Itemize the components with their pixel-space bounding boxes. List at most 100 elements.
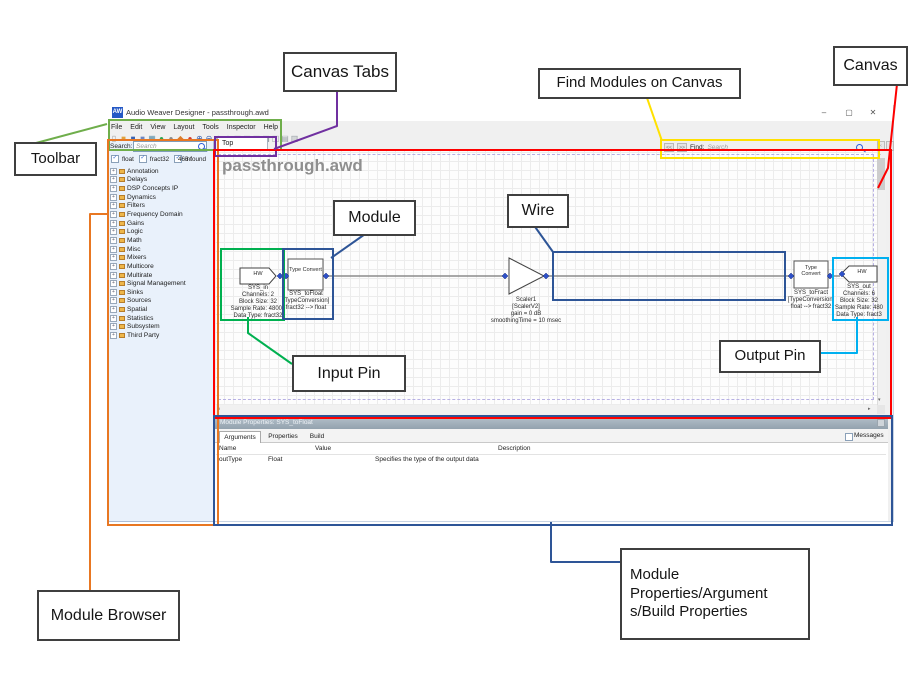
scroll-down-icon[interactable]: ▾: [878, 397, 881, 403]
filter-checkbox[interactable]: ✓: [139, 155, 147, 163]
close-button[interactable]: ✕: [866, 107, 880, 119]
tree-item[interactable]: + Sources: [110, 297, 212, 306]
folder-icon: [119, 333, 125, 338]
tab-properties[interactable]: Properties: [263, 431, 303, 443]
tree-item-label: Gains: [127, 220, 144, 227]
messages-checkbox[interactable]: [845, 433, 853, 441]
menu-item[interactable]: Edit: [130, 124, 142, 131]
tree-item[interactable]: + Logic: [110, 227, 212, 236]
menu-item[interactable]: Help: [264, 124, 278, 131]
tree-item-label: Third Party: [127, 332, 159, 339]
tree-item[interactable]: + Multicore: [110, 262, 212, 271]
callout-canvas: Canvas: [833, 46, 908, 86]
tree-item[interactable]: + Signal Management: [110, 279, 212, 288]
tree-item-label: Statistics: [127, 315, 153, 322]
tree-item[interactable]: + Mixers: [110, 253, 212, 262]
menu-item[interactable]: View: [150, 124, 165, 131]
tree-item-label: Mixers: [127, 254, 146, 261]
expand-icon[interactable]: +: [110, 332, 117, 339]
tab-scroll-left-button[interactable]: ‹: [877, 141, 885, 151]
expand-icon[interactable]: +: [110, 220, 117, 227]
menu-item[interactable]: File: [111, 124, 122, 131]
expand-icon[interactable]: +: [110, 246, 117, 253]
expand-icon[interactable]: +: [110, 211, 117, 218]
tree-item[interactable]: + Dynamics: [110, 193, 212, 202]
expand-icon[interactable]: +: [110, 323, 117, 330]
tree-item[interactable]: + Statistics: [110, 314, 212, 323]
module-caption: [TypeConversion]: [283, 298, 330, 304]
callout-wire: Wire: [507, 194, 569, 228]
callout-find-modules: Find Modules on Canvas: [538, 68, 741, 99]
minimize-button[interactable]: –: [817, 107, 831, 119]
panel-menu-button[interactable]: [877, 419, 885, 427]
scroll-up-icon[interactable]: ▴: [878, 151, 881, 157]
folder-icon: [119, 298, 125, 303]
expand-icon[interactable]: +: [110, 297, 117, 304]
find-search-icon: [856, 144, 863, 151]
callout-output-pin: Output Pin: [719, 340, 821, 373]
menu-item[interactable]: Inspector: [227, 124, 256, 131]
search-icon: [198, 143, 205, 150]
expand-icon[interactable]: +: [110, 194, 117, 201]
folder-icon: [119, 177, 125, 182]
expand-icon[interactable]: +: [110, 168, 117, 175]
menu-item[interactable]: Layout: [173, 124, 194, 131]
expand-icon[interactable]: +: [110, 228, 117, 235]
filter-checkbox[interactable]: ✓: [111, 155, 119, 163]
tree-item[interactable]: + Third Party: [110, 331, 212, 340]
tree-item[interactable]: + Sinks: [110, 288, 212, 297]
expand-icon[interactable]: +: [110, 280, 117, 287]
tab-scroll-right-button[interactable]: ›: [886, 141, 894, 151]
tree-item[interactable]: + Spatial: [110, 305, 212, 314]
tab-build[interactable]: Build: [305, 431, 329, 443]
tree-item[interactable]: + Multirate: [110, 271, 212, 280]
expand-icon[interactable]: +: [110, 315, 117, 322]
expand-icon[interactable]: +: [110, 263, 117, 270]
tab-arguments[interactable]: Arguments: [219, 431, 261, 443]
distribute-h-icon[interactable]: ◫: [272, 134, 280, 144]
expand-icon[interactable]: +: [110, 202, 117, 209]
vertical-scrollbar-thumb[interactable]: [877, 158, 885, 190]
tree-item[interactable]: + Delays: [110, 176, 212, 185]
find-next-button[interactable]: >>: [677, 143, 687, 152]
scroll-right-icon[interactable]: ▸: [868, 406, 871, 412]
find-label: Find:: [690, 144, 704, 151]
find-previous-button[interactable]: <<: [664, 143, 674, 152]
tree-item[interactable]: + Misc: [110, 245, 212, 254]
folder-icon: [119, 203, 125, 208]
tree-item[interactable]: + DSP Concepts IP: [110, 184, 212, 193]
expand-icon[interactable]: +: [110, 254, 117, 261]
module-caption: Sample Rate: 48000: [231, 306, 286, 312]
results-count: 466 found: [178, 156, 206, 163]
argument-value-cell[interactable]: Float: [268, 456, 282, 463]
expand-icon[interactable]: +: [110, 176, 117, 183]
expand-icon[interactable]: +: [110, 185, 117, 192]
tree-item[interactable]: + Annotation: [110, 167, 212, 176]
callout-toolbar: Toolbar: [14, 142, 97, 176]
expand-icon[interactable]: +: [110, 237, 117, 244]
app-icon: AW: [112, 107, 123, 118]
find-input[interactable]: Search: [707, 144, 728, 151]
tree-item[interactable]: + Frequency Domain: [110, 210, 212, 219]
maximize-button[interactable]: ▢: [842, 107, 856, 119]
expand-icon[interactable]: +: [110, 306, 117, 313]
tree-item[interactable]: + Math: [110, 236, 212, 245]
horizontal-scrollbar[interactable]: [215, 405, 877, 414]
tree-item-label: Multicore: [127, 263, 154, 270]
route-icon[interactable]: ▥: [291, 134, 299, 144]
callout-line: Properties/Argument: [630, 585, 768, 604]
menu-item[interactable]: Tools: [202, 124, 218, 131]
tree-item[interactable]: + Subsystem: [110, 323, 212, 332]
module-label: Type Convert: [795, 263, 827, 279]
callout-canvas-tabs: Canvas Tabs: [283, 52, 397, 92]
canvas-tab-top[interactable]: Top: [217, 137, 268, 151]
module-caption: Channels: 2: [242, 292, 274, 298]
scroll-left-icon[interactable]: ◂: [217, 406, 220, 412]
tree-item[interactable]: + Gains: [110, 219, 212, 228]
expand-icon[interactable]: +: [110, 289, 117, 296]
module-label: HW: [244, 271, 272, 277]
distribute-v-icon[interactable]: ▤: [281, 134, 289, 144]
expand-icon[interactable]: +: [110, 272, 117, 279]
tree-item[interactable]: + Filters: [110, 202, 212, 211]
folder-icon: [119, 229, 125, 234]
